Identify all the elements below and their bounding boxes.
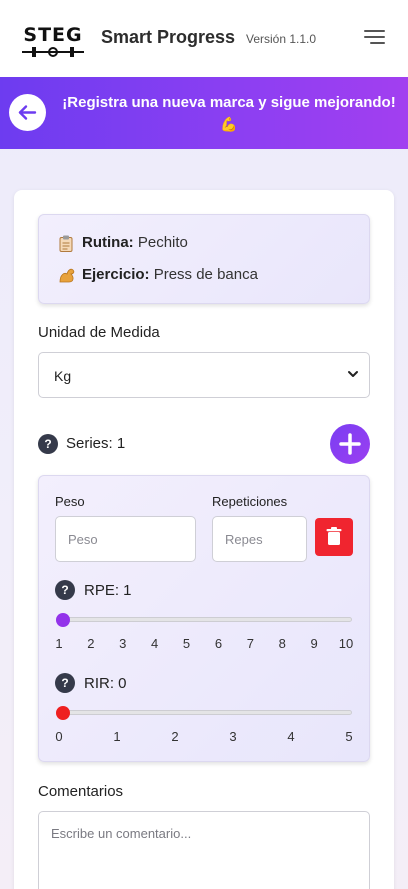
weight-input[interactable] (55, 516, 196, 562)
routine-label: Rutina: (82, 234, 134, 251)
rpe-tick-label: 9 (310, 636, 318, 651)
rpe-tick-label: 7 (246, 636, 254, 651)
flexed-biceps-icon (59, 268, 75, 283)
rpe-label: RPE: 1 (84, 582, 132, 599)
trash-icon (326, 527, 342, 545)
routine-line: Rutina: Pechito (59, 234, 188, 252)
clipboard-icon (59, 235, 73, 252)
exercise-label: Ejercicio: (82, 266, 150, 283)
add-series-button[interactable] (330, 424, 370, 464)
rpe-tick-label: 4 (151, 636, 159, 651)
steg-logo: STEG (20, 24, 86, 58)
rir-slider-thumb[interactable] (56, 706, 70, 720)
menu-button[interactable] (362, 26, 388, 48)
rir-help-icon[interactable]: ? (55, 673, 75, 693)
rpe-tick-label: 10 (338, 636, 354, 651)
delete-series-button[interactable] (315, 518, 353, 556)
rir-tick-label: 1 (113, 729, 121, 744)
logo-barbell-icon (22, 47, 84, 57)
rpe-tick-label: 2 (87, 636, 95, 651)
rir-tick-label: 2 (171, 729, 179, 744)
rpe-slider-track[interactable] (56, 617, 352, 622)
rpe-tick-label: 6 (214, 636, 223, 651)
rpe-help-icon[interactable]: ? (55, 580, 75, 600)
weight-label: Peso (55, 494, 85, 509)
unit-select[interactable]: Kg (38, 352, 370, 398)
reps-label: Repeticiones (212, 494, 288, 509)
motivation-banner: ¡Registra una nueva marca y sigue mejora… (0, 77, 408, 149)
unit-label: Unidad de Medida (38, 324, 160, 341)
series-count-label: Series: 1 (66, 435, 126, 452)
rir-tick-label: 4 (287, 729, 295, 744)
top-bar: STEG Smart Progress Versión 1.1.0 (0, 0, 408, 77)
app-title: Smart Progress (101, 27, 236, 47)
rpe-slider-thumb[interactable] (56, 613, 70, 627)
routine-value: Pechito (137, 234, 188, 251)
banner-message: ¡Registra una nueva marca y sigue mejora… (56, 92, 402, 136)
hamburger-icon (364, 30, 385, 44)
app-version: Versión 1.1.0 (246, 32, 317, 46)
exercise-line: Ejercicio: Press de banca (59, 266, 258, 283)
chevron-down-icon (348, 371, 358, 377)
exercise-value: Press de banca (153, 266, 258, 283)
comments-textarea[interactable] (38, 811, 370, 889)
rpe-tick-label: 1 (55, 636, 63, 651)
back-button[interactable] (9, 94, 46, 131)
rir-label: RIR: 0 (84, 675, 127, 692)
rir-tick-label: 0 (55, 729, 63, 744)
rpe-tick-label: 5 (182, 636, 191, 651)
logo-text: STEG (23, 24, 83, 46)
reps-input[interactable] (212, 516, 307, 562)
plus-icon (339, 433, 361, 455)
flexed-biceps-icon: 💪 (220, 117, 238, 133)
banner-text: ¡Registra una nueva marca y sigue mejora… (62, 94, 396, 111)
rir-slider-track[interactable] (56, 710, 352, 715)
rir-tick-label: 5 (345, 729, 353, 744)
unit-selected-value: Kg (54, 368, 72, 384)
comments-label: Comentarios (38, 783, 124, 800)
rpe-tick-label: 8 (278, 636, 286, 651)
rpe-tick-label: 3 (119, 636, 127, 651)
routine-info-box: Rutina: Pechito Ejercicio: Press de banc… (38, 214, 370, 304)
rir-tick-label: 3 (229, 729, 237, 744)
series-help-icon[interactable]: ? (38, 434, 58, 454)
arrow-left-icon (18, 105, 37, 120)
